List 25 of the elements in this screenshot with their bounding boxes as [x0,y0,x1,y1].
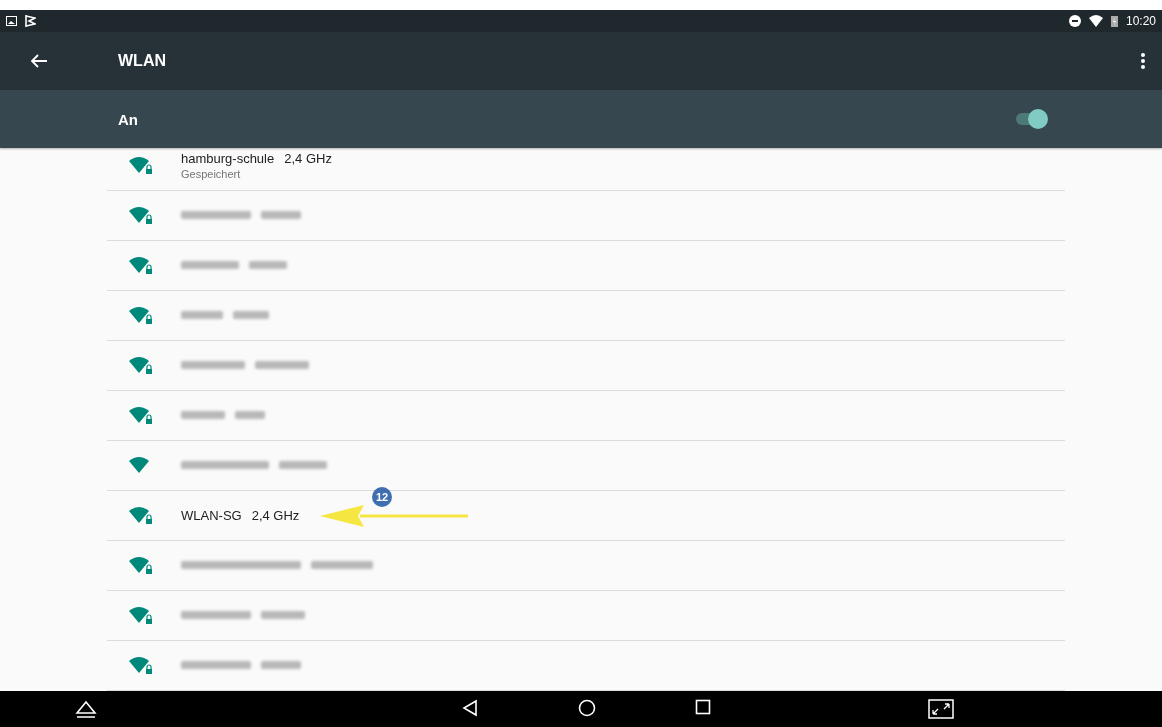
network-name: hamburg-schule [181,151,275,166]
arrow-icon [320,505,468,529]
frequency-label: 2,4 GHz [251,508,300,523]
frequency-label: 2,4 GHz [284,151,332,166]
network-name: WLAN-SG [181,508,242,523]
more-options-icon[interactable] [1140,52,1146,70]
back-icon[interactable] [462,699,478,717]
window-title: WLAN [118,52,166,70]
back-arrow-icon[interactable] [30,52,48,70]
image-icon [6,16,17,26]
eject-icon[interactable] [75,699,97,719]
annotation-badge: 12 [372,487,392,507]
do-not-disturb-icon [1068,15,1081,27]
wifi-icon [1088,15,1103,27]
network-row[interactable]: hamburg-schule 2,4 GHz Gespeichert [107,148,1065,191]
network-status: Gespeichert [181,168,242,180]
network-row[interactable]: WLAN-SG 2,4 GHz 12 [107,491,1065,541]
home-icon[interactable] [578,699,596,717]
fullscreen-icon[interactable] [928,699,954,719]
clock: 10:20 [1125,14,1156,28]
switch-label: An [118,110,138,128]
wifi-toggle[interactable] [1014,109,1048,129]
battery-charging-icon [1110,15,1118,27]
flag-icon [25,15,36,27]
recents-icon[interactable] [695,699,711,715]
